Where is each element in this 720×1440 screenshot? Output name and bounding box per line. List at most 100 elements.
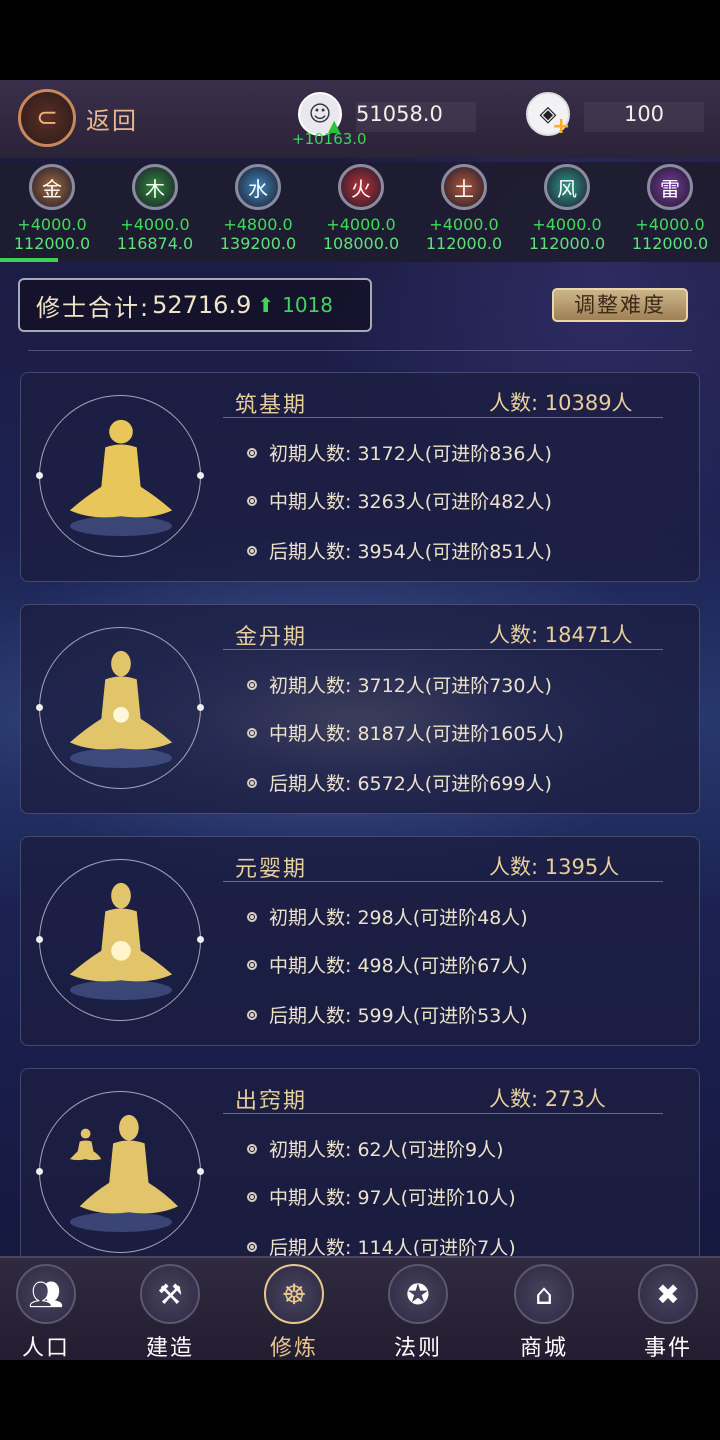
- summary-label: 修士合计:: [36, 293, 151, 322]
- bullet-icon: [247, 1143, 257, 1154]
- divider: [28, 350, 692, 351]
- gem-value: 100: [584, 102, 704, 132]
- stage-row: 初期人数: 3712人(可进阶730人): [247, 671, 552, 698]
- element-rate: +4000.0: [429, 215, 499, 234]
- earth-orb-icon: 土: [441, 164, 487, 210]
- population-value: 51058.0: [356, 102, 476, 132]
- title-rule: [223, 1113, 663, 1114]
- stage-row: 后期人数: 6572人(可进阶699人): [247, 769, 552, 796]
- nav-build[interactable]: ⚒ 建造: [120, 1264, 220, 1360]
- back-button[interactable]: ⊂ 返回: [18, 88, 148, 148]
- cultivator-total-panel: 修士合计: 52716.9 ⬆ 1018: [18, 278, 372, 332]
- up-arrow-icon: ⬆: [257, 293, 275, 317]
- population-counter: ☺ ▲ 51058.0 +10163.0: [292, 90, 478, 148]
- metal-orb-icon: 金: [29, 164, 75, 210]
- element-rate: +4000.0: [326, 215, 396, 234]
- nav-events[interactable]: ✖ 事件: [618, 1264, 718, 1360]
- stage-row: 后期人数: 3954人(可进阶851人): [247, 537, 552, 564]
- nav-label: 事件: [643, 1336, 692, 1360]
- stage-title: 出窍期: [235, 1089, 308, 1114]
- event-book-icon: ✖: [638, 1264, 698, 1324]
- meditation-figure: [36, 859, 204, 1021]
- meditate-icon: ☸: [264, 1264, 324, 1324]
- meditator-icon: [69, 1114, 179, 1214]
- bullet-icon: [247, 1009, 257, 1020]
- nav-label: 法则: [393, 1336, 442, 1360]
- stage-card: 筑基期 人数: 10389人 初期人数: 3172人(可进阶836人) 中期人数…: [20, 372, 700, 582]
- gem-counter[interactable]: ◈ + 100: [526, 90, 706, 146]
- stage-count: 人数: 18471人: [489, 623, 633, 647]
- shop-icon: ⌂: [514, 1264, 574, 1324]
- water-orb-icon: 水: [235, 164, 281, 210]
- bullet-icon: [247, 777, 257, 788]
- top-bar: ⊂ 返回 ☺ ▲ 51058.0 +10163.0 ◈ + 100: [0, 80, 720, 158]
- element-rate: +4000.0: [635, 215, 705, 234]
- nav-population[interactable]: 👥︎ 人口: [0, 1264, 96, 1360]
- meditator-icon: [69, 882, 173, 982]
- population-delta: +10163.0: [292, 130, 367, 148]
- wood-orb-icon: 木: [132, 164, 178, 210]
- meditator-icon: [69, 650, 173, 750]
- law-book-icon: ✪: [388, 1264, 448, 1324]
- row-text: 中期人数: 8187人(可进阶1605人): [269, 723, 564, 745]
- stage-row: 初期人数: 62人(可进阶9人): [247, 1135, 504, 1162]
- bullet-icon: [247, 911, 257, 922]
- tools-icon: ⚒: [140, 1264, 200, 1324]
- stage-title: 筑基期: [235, 393, 308, 418]
- element-resources: 金 +4000.0 112000.0 木 +4000.0 116874.0 水 …: [0, 162, 720, 262]
- summary-delta: 1018: [282, 293, 334, 317]
- bottom-nav: 👥︎ 人口 ⚒ 建造 ☸ 修炼 ✪ 法则 ⌂ 商城 ✖ 事件: [0, 1256, 720, 1360]
- stage-title: 金丹期: [235, 625, 308, 650]
- bullet-icon: [247, 1191, 257, 1202]
- thunder-orb-icon: 雷: [647, 164, 693, 210]
- element-rate: +4000.0: [17, 215, 87, 234]
- back-label: 返回: [86, 106, 138, 135]
- meditation-figure: [36, 395, 204, 557]
- element-metal[interactable]: 金 +4000.0 112000.0: [0, 164, 104, 254]
- stage-count: 人数: 273人: [489, 1087, 606, 1111]
- active-element-indicator: [0, 258, 58, 262]
- title-rule: [223, 649, 663, 650]
- meditator-icon: [69, 419, 173, 518]
- element-total: 112000.0: [13, 234, 91, 253]
- nav-cultivate[interactable]: ☸ 修炼: [244, 1264, 344, 1360]
- element-wood[interactable]: 木 +4000.0 116874.0: [103, 164, 207, 254]
- bullet-icon: [247, 727, 257, 738]
- stage-row: 中期人数: 8187人(可进阶1605人): [247, 719, 564, 746]
- row-text: 初期人数: 62人(可进阶9人): [269, 1139, 504, 1161]
- row-text: 后期人数: 6572人(可进阶699人): [269, 773, 552, 795]
- element-fire[interactable]: 火 +4000.0 108000.0: [309, 164, 413, 254]
- nav-shop[interactable]: ⌂ 商城: [494, 1264, 594, 1360]
- element-total: 116874.0: [116, 234, 194, 253]
- element-earth[interactable]: 土 +4000.0 112000.0: [412, 164, 516, 254]
- meditation-figure: [36, 1091, 204, 1253]
- row-text: 中期人数: 97人(可进阶10人): [269, 1187, 516, 1209]
- element-thunder[interactable]: 雷 +4000.0 112000.0: [618, 164, 720, 254]
- bullet-icon: [247, 447, 257, 458]
- stage-card: 出窍期 人数: 273人 初期人数: 62人(可进阶9人) 中期人数: 97人(…: [20, 1068, 700, 1278]
- bullet-icon: [247, 1241, 257, 1252]
- row-text: 中期人数: 3263人(可进阶482人): [269, 491, 552, 513]
- meditation-figure: [36, 627, 204, 789]
- element-total: 108000.0: [322, 234, 400, 253]
- element-wind[interactable]: 风 +4000.0 112000.0: [515, 164, 619, 254]
- cultivation-screen: ⊂ 返回 ☺ ▲ 51058.0 +10163.0 ◈ + 100 金 +400…: [0, 80, 720, 1360]
- row-text: 初期人数: 3712人(可进阶730人): [269, 675, 552, 697]
- people-icon: 👥︎: [16, 1264, 76, 1324]
- nav-law[interactable]: ✪ 法则: [368, 1264, 468, 1360]
- bullet-icon: [247, 495, 257, 506]
- row-text: 后期人数: 599人(可进阶53人): [269, 1005, 528, 1027]
- bullet-icon: [247, 545, 257, 556]
- stage-row: 中期人数: 498人(可进阶67人): [247, 951, 528, 978]
- title-rule: [223, 881, 663, 882]
- adjust-difficulty-button[interactable]: 调整难度: [552, 288, 688, 322]
- element-rate: +4000.0: [120, 215, 190, 234]
- element-water[interactable]: 水 +4800.0 139200.0: [206, 164, 310, 254]
- stage-card: 金丹期 人数: 18471人 初期人数: 3712人(可进阶730人) 中期人数…: [20, 604, 700, 814]
- element-total: 112000.0: [425, 234, 503, 253]
- back-arrow-icon: ⊂: [18, 89, 76, 147]
- stage-count: 人数: 1395人: [489, 855, 620, 879]
- add-gems-icon[interactable]: +: [552, 114, 570, 139]
- fire-orb-icon: 火: [338, 164, 384, 210]
- stage-count: 人数: 10389人: [489, 391, 633, 415]
